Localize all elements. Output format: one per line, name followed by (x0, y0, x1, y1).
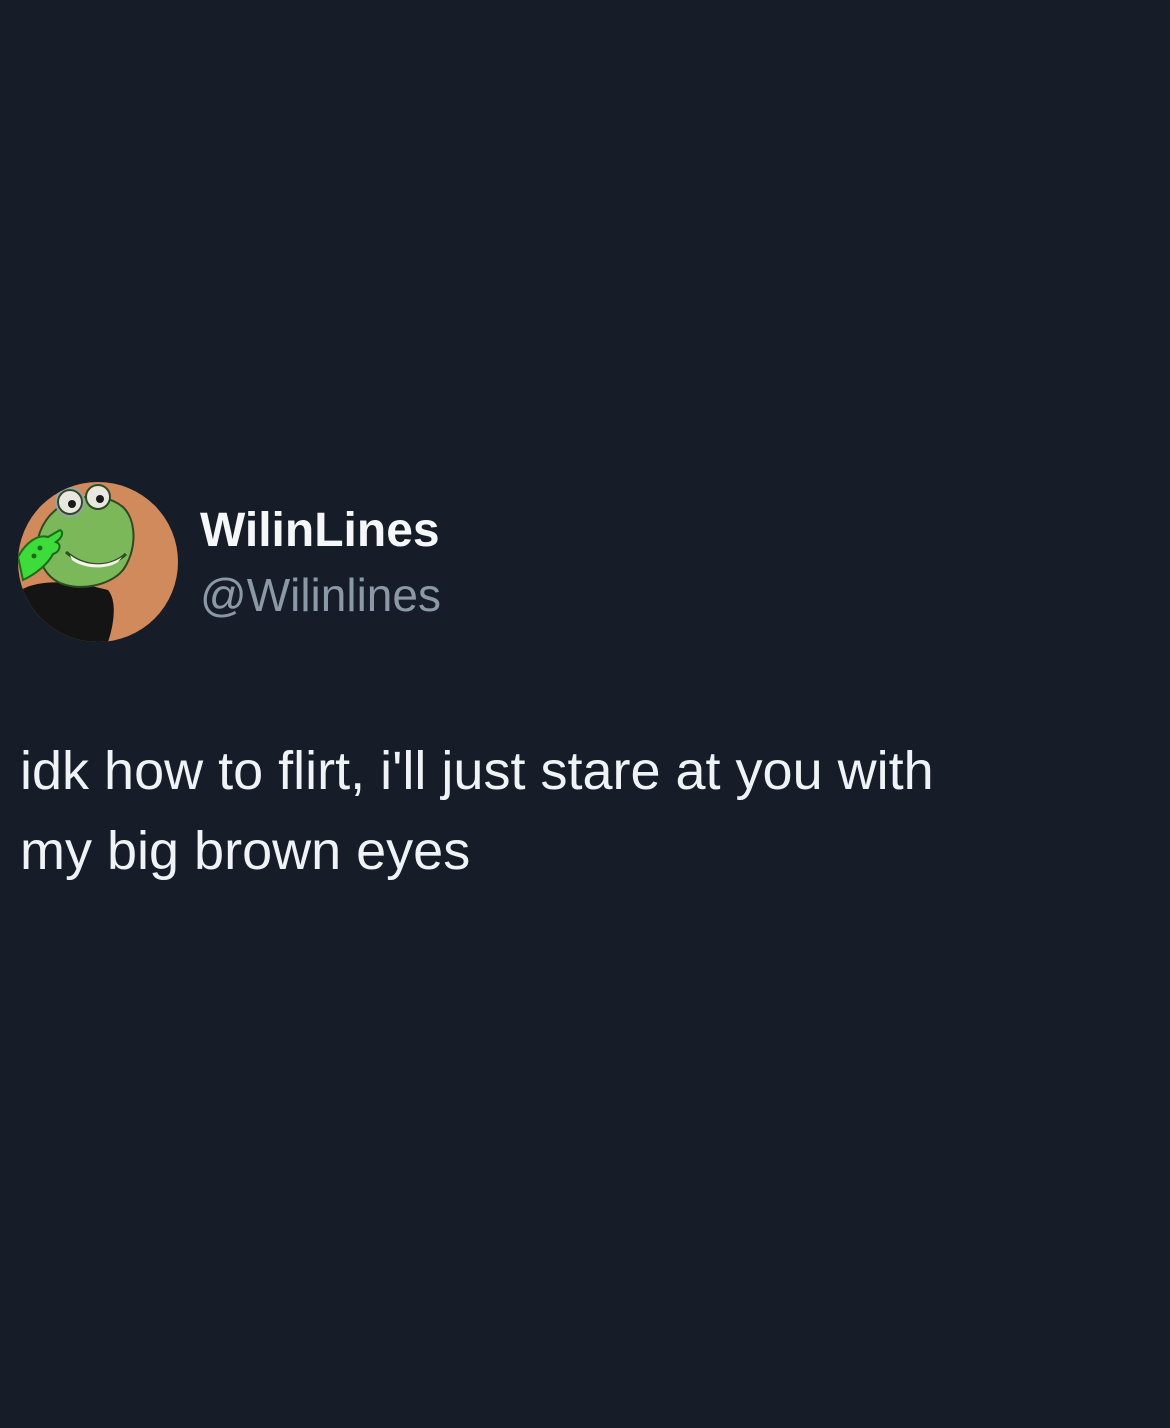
author-display-name[interactable]: WilinLines (200, 503, 440, 559)
tweet-card: WilinLines @Wilinlines idk how to flirt,… (0, 0, 1170, 1428)
frog-avatar-icon (18, 482, 178, 642)
tweet-body-text: idk how to flirt, i'll just stare at you… (20, 741, 934, 881)
profile-avatar[interactable] (18, 482, 178, 642)
author-handle[interactable]: @Wilinlines (200, 567, 441, 623)
